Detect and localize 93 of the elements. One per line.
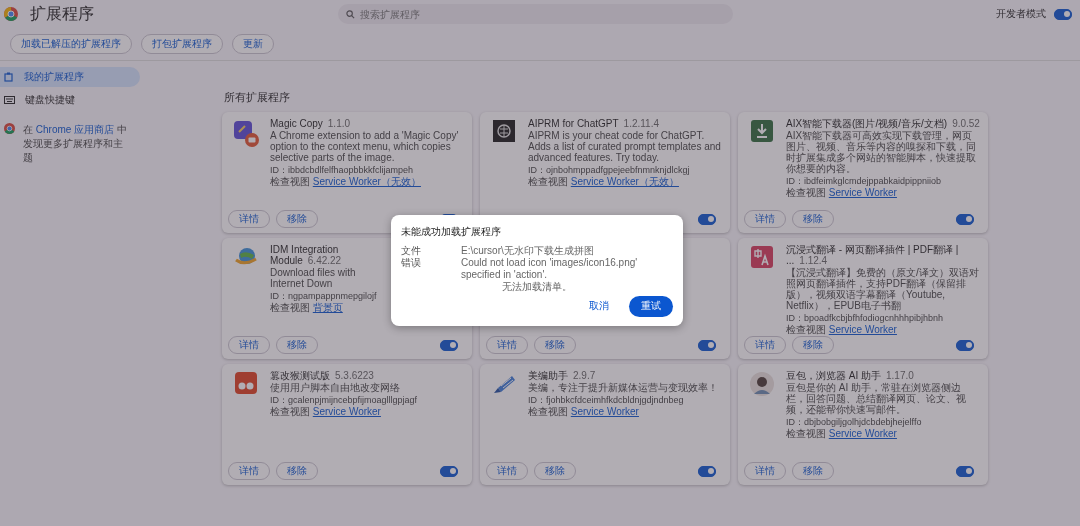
field-value: E:\cursor\无水印下载生成拼图 <box>461 245 594 257</box>
card-button[interactable]: 移除 <box>792 462 834 480</box>
inspect-link[interactable]: 背景页 <box>312 302 343 313</box>
extension-toggle[interactable] <box>698 339 716 351</box>
download-icon <box>751 120 773 142</box>
browser-logo-icon <box>4 7 18 21</box>
sidebar-item[interactable]: 键盘快捷键 <box>0 90 140 110</box>
inspect-link[interactable]: Service Worker <box>312 406 381 417</box>
translate-icon <box>751 246 773 268</box>
card-button[interactable]: 移除 <box>792 336 834 354</box>
inspect-link[interactable]: Service Worker（无效） <box>570 176 679 187</box>
field-label: 错误 <box>401 257 422 270</box>
toolbar-button[interactable]: 加载已解压的扩展程序 <box>10 34 132 54</box>
card-button[interactable]: 移除 <box>276 210 318 228</box>
card-button[interactable]: 详情 <box>228 210 270 228</box>
extension-name: 豆包，浏览器 AI 助手 1.17.0 <box>786 370 915 381</box>
extension-id: ID：gcalenpjmijncebpfijmoaglllgpjagf <box>270 395 419 406</box>
extension-description: AIPRM is your cheat code for ChatGPT. Adds a list of curated prompt templates and advanced features. Try today. <box>528 130 722 163</box>
card-button[interactable]: 详情 <box>486 462 528 480</box>
dialog-note: 无法加载清单。 <box>501 281 573 293</box>
search-field[interactable]: 搜索扩展程序 <box>338 4 733 24</box>
field-value: Could not load icon 'images/icon16.png' specified in 'action'. <box>461 257 639 281</box>
extension-toggle[interactable] <box>956 465 974 477</box>
extension-id: ID：fjohbkcfdceimhfkdcbldnjgdjndnbeg <box>528 395 685 406</box>
dialog-title: 未能成功加载扩展程序 <box>401 225 502 239</box>
inspect-link[interactable]: Service Worker（无效） <box>312 176 421 187</box>
browser-logo-icon <box>4 123 15 134</box>
extension-toggle[interactable] <box>698 465 716 477</box>
inspect-label: 检查视图 <box>786 428 826 439</box>
inspect-label: 检查视图 <box>270 406 310 417</box>
retry-button[interactable]: 重试 <box>629 295 673 317</box>
card-button[interactable]: 详情 <box>744 210 786 228</box>
extension-id: ID：bpoadfkcbjbfhfodiogcnhhhpibjhbnh <box>786 313 945 324</box>
extension-name: 美编助手 2.9.7 <box>528 370 597 381</box>
inspect-label: 检查视图 <box>786 324 826 335</box>
card-button[interactable]: 移除 <box>534 336 576 354</box>
keyboard-icon <box>4 96 15 104</box>
developer-mode-label: 开发者模式 <box>996 7 1046 21</box>
extension-name: 篡改猴测试版 5.3.6223 <box>270 370 375 381</box>
extension-id: ID：ibbdcbdlfelfhaopbbkkfclijampeh <box>270 165 415 176</box>
extension-description: 使用用户脚本自由地改变网络 <box>270 382 401 393</box>
extension-id: ID：ngpampappnmepgilojf <box>270 291 378 302</box>
extension-id: ID：dbjbobgiljgolhjdcbdebjhejelffo <box>786 417 923 428</box>
extension-toggle[interactable] <box>698 213 716 225</box>
inspect-label: 检查视图 <box>528 176 568 187</box>
toolbar-button[interactable]: 打包扩展程序 <box>141 34 223 54</box>
field-label: 文件 <box>401 245 422 257</box>
section-title: 所有扩展程序 <box>224 90 291 103</box>
extension-description: 豆包是你的 AI 助手，常驻在浏览器侧边栏，回答问题、总结翻译网页、论文、视频，还能帮你快速写邮件。 <box>786 382 967 415</box>
extension-toggle[interactable] <box>440 465 458 477</box>
inspect-label: 检查视图 <box>786 187 826 198</box>
extension-name: 沉浸式翻译 - 网页翻译插件 | PDF翻译 | ... 1.12.4 <box>786 244 960 266</box>
inspect-link[interactable]: Service Worker <box>828 187 897 198</box>
extension-toggle[interactable] <box>440 339 458 351</box>
inspect-label: 检查视图 <box>528 406 568 417</box>
card-button[interactable]: 详情 <box>228 462 270 480</box>
avatar-icon <box>750 372 774 396</box>
inspect-link[interactable]: Service Worker <box>570 406 639 417</box>
extension-toggle[interactable] <box>956 339 974 351</box>
extension-description: AIX智能下载器可高效实现下载管理，网页图片、视频、音乐等内容的嗅探和下载，同时扩展集成多个网站的智能脚本，快速提取你想要的内容。 <box>786 130 977 174</box>
extension-id: ID：ojnbohmppadfgpejeebfnmnknjdlckgj <box>528 165 691 176</box>
card-button[interactable]: 详情 <box>744 336 786 354</box>
card-button[interactable]: 移除 <box>276 336 318 354</box>
inspect-label: 检查视图 <box>270 176 310 187</box>
card-button[interactable]: 详情 <box>744 462 786 480</box>
sidebar-item[interactable]: 我的扩展程序 <box>0 67 140 87</box>
extension-description: 【沉浸式翻译】免费的（原文/译文）双语对照网页翻译插件，支持PDF翻译（保留排版），视频双语字幕翻译（Youtube, Netflix），EPUB电子书翻 <box>786 267 980 311</box>
extension-name: IDM Integration Module 6.42.22 <box>270 244 343 266</box>
extension-id: ID：ibdfeimkglcmdejppabkaidpippniiob <box>786 176 943 187</box>
card-button[interactable]: 移除 <box>276 462 318 480</box>
card-button[interactable]: 详情 <box>486 336 528 354</box>
card-button[interactable]: 移除 <box>792 210 834 228</box>
extension-name: Magic Copy 1.1.0 <box>270 118 352 129</box>
extension-name: AIX智能下载器(图片/视频/音乐/文档) 9.0.52 <box>786 118 980 129</box>
store-note: 在 Chrome 应用商店 中发现更多扩展程序和主题 <box>23 123 128 165</box>
puzzle-icon <box>4 72 14 82</box>
extension-toggle[interactable] <box>956 213 974 225</box>
search-icon <box>346 9 355 19</box>
magic-wand-icon <box>233 120 259 148</box>
card-button[interactable]: 移除 <box>534 462 576 480</box>
extension-name: AIPRM for ChatGPT 1.2.11.4 <box>528 118 660 129</box>
inspect-link[interactable]: Service Worker <box>828 428 897 439</box>
page-title: 扩展程序 <box>30 3 95 24</box>
inspect-link[interactable]: Service Worker <box>828 324 897 335</box>
cancel-button[interactable]: 取消 <box>581 295 617 317</box>
extension-description: A Chrome extension to add a 'Magic Copy' option to the context menu, which copies selective parts of the image. <box>270 130 460 163</box>
extension-description: Download files with Internet Down <box>270 267 357 289</box>
developer-mode-toggle[interactable] <box>1054 8 1072 20</box>
card-button[interactable]: 详情 <box>228 336 270 354</box>
extension-description: 美编，专注于提升新媒体运营与变现效率！ <box>528 382 719 393</box>
inspect-label: 检查视图 <box>270 302 310 313</box>
store-link[interactable]: Chrome 应用商店 <box>35 124 115 135</box>
toolbar-button[interactable]: 更新 <box>232 34 274 54</box>
